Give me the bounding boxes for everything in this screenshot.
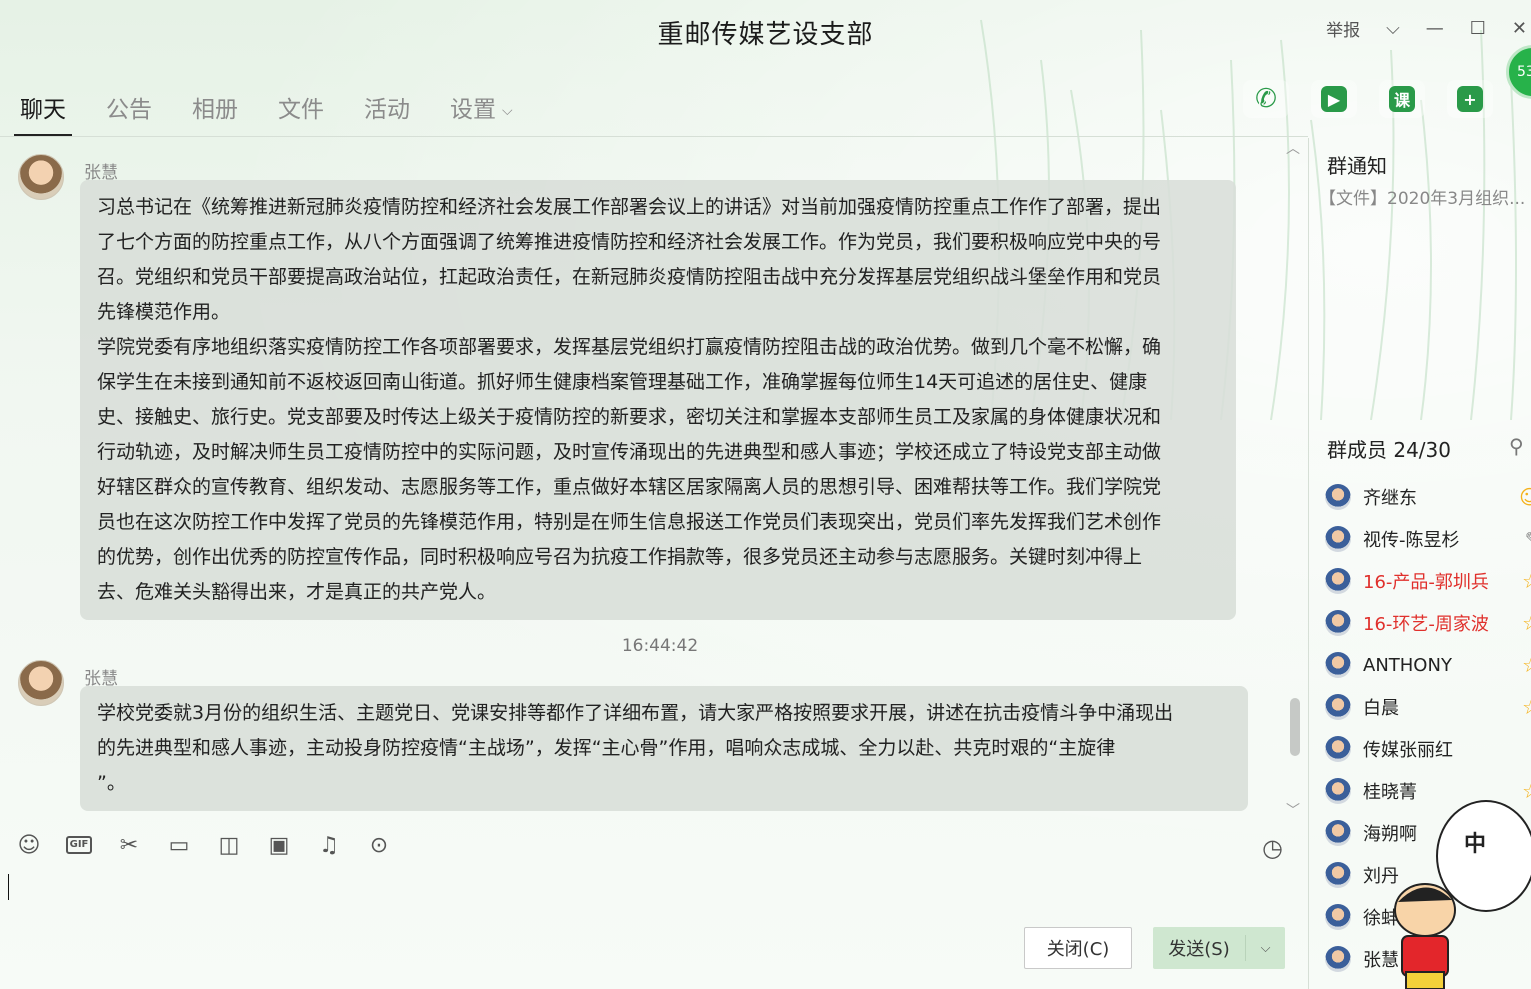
- title-bar: 重邮传媒艺设支部 举报 ⌵ — ☐ ✕: [0, 0, 1531, 62]
- minimize-button[interactable]: —: [1426, 18, 1444, 39]
- member-name: ANTHONY: [1363, 654, 1452, 676]
- member-name: 16-环艺-周家波: [1363, 614, 1489, 635]
- maximize-button[interactable]: ☐: [1470, 18, 1486, 39]
- member-row[interactable]: 白晨 ☆: [1325, 686, 1531, 728]
- avatar[interactable]: [18, 154, 64, 200]
- send-label: 发送(S): [1168, 939, 1230, 960]
- scroll-down-icon[interactable]: ﹀: [1286, 800, 1300, 820]
- video-call-button[interactable]: ▶: [1311, 80, 1357, 118]
- avatar[interactable]: [1325, 484, 1351, 510]
- tab-album[interactable]: 相册: [172, 80, 258, 136]
- member-name: 白晨: [1363, 698, 1399, 719]
- image-icon[interactable]: ▣: [264, 830, 294, 860]
- member-name: 海朔啊: [1363, 824, 1417, 845]
- voice-call-button[interactable]: ✆: [1243, 80, 1289, 118]
- message-timestamp: 16:44:42: [621, 636, 699, 656]
- phone-icon: ✆: [1255, 84, 1277, 114]
- member-row[interactable]: 齐继东 ☺: [1325, 476, 1531, 518]
- tab-announcement[interactable]: 公告: [86, 80, 172, 136]
- avatar[interactable]: [1325, 736, 1351, 762]
- member-name: 16-产品-郭圳兵: [1363, 572, 1489, 593]
- add-app-icon: +: [1457, 86, 1483, 112]
- members-heading: 群成员 24/30: [1327, 438, 1451, 462]
- member-name: 齐继东: [1363, 488, 1417, 509]
- window-controls: 举报 ⌵ — ☐ ✕: [1326, 16, 1527, 41]
- video-icon: ▶: [1321, 86, 1347, 112]
- message-input[interactable]: [8, 872, 1298, 912]
- folder-icon[interactable]: ▭: [164, 830, 194, 860]
- avatar[interactable]: [1325, 862, 1351, 888]
- edit-icon: ✎: [1525, 529, 1531, 550]
- star-icon: ☆: [1522, 695, 1531, 719]
- window-title: 重邮传媒艺设支部: [657, 20, 874, 50]
- call-actions: ✆ ▶ 课 +: [1243, 80, 1493, 118]
- avatar[interactable]: [1325, 694, 1351, 720]
- tab-bar: 聊天 公告 相册 文件 活动 设置 ⌵: [0, 80, 533, 136]
- emoji-icon[interactable]: ☺: [14, 830, 44, 860]
- screenshot-scissors-icon[interactable]: ✂: [114, 830, 144, 860]
- tab-chat[interactable]: 聊天: [0, 80, 86, 136]
- divider: [0, 136, 1308, 137]
- lesson-icon: 课: [1389, 86, 1415, 112]
- star-icon: ☆: [1522, 779, 1531, 803]
- message-bubble[interactable]: 学校党委就3月份的组织生活、主题党日、党课安排等都作了详细布置，请大家严格按照要…: [80, 686, 1248, 811]
- avatar[interactable]: [1325, 568, 1351, 594]
- star-icon: ☆: [1522, 653, 1531, 677]
- dropdown-chevron-icon[interactable]: ⌵: [1386, 18, 1400, 39]
- avatar[interactable]: [1325, 778, 1351, 804]
- avatar[interactable]: [1325, 526, 1351, 552]
- search-icon[interactable]: ⚲: [1509, 434, 1524, 458]
- input-toolbar: ☺ GIF ✂ ▭ ◫ ▣ ♫ ⊙: [14, 830, 394, 860]
- member-row[interactable]: 16-产品-郭圳兵 ☆: [1325, 560, 1531, 602]
- text-cursor: [8, 874, 9, 900]
- close-button[interactable]: 关闭(C): [1024, 927, 1132, 969]
- star-icon: ☆: [1522, 611, 1531, 635]
- sticker-icon[interactable]: ◫: [214, 830, 244, 860]
- avatar[interactable]: [1325, 904, 1351, 930]
- bell-icon[interactable]: ♫: [314, 830, 344, 860]
- clock-icon[interactable]: ◷: [1262, 834, 1283, 862]
- lesson-button[interactable]: 课: [1379, 80, 1425, 118]
- member-row[interactable]: 16-环艺-周家波 ☆: [1325, 602, 1531, 644]
- group-notice-heading[interactable]: 群通知: [1327, 150, 1387, 179]
- report-button[interactable]: 举报: [1326, 16, 1360, 41]
- chat-message-area[interactable]: 张慧 习总书记在《统筹推进新冠肺炎疫情防控和经济社会发展工作部署会议上的讲话》对…: [0, 140, 1308, 820]
- avatar[interactable]: [18, 660, 64, 706]
- tab-files[interactable]: 文件: [258, 80, 344, 136]
- member-name: 视传-陈昱杉: [1363, 530, 1460, 551]
- member-name: 桂晓菁: [1363, 782, 1417, 803]
- gif-icon[interactable]: GIF: [64, 830, 94, 860]
- scrollbar[interactable]: [1290, 698, 1300, 756]
- avatar[interactable]: [1325, 610, 1351, 636]
- member-name: 传媒张丽红: [1363, 740, 1453, 761]
- avatar[interactable]: [1325, 820, 1351, 846]
- avatar[interactable]: [1325, 652, 1351, 678]
- member-row[interactable]: ANTHONY ☆: [1325, 644, 1531, 686]
- avatar[interactable]: [1325, 946, 1351, 972]
- tab-settings[interactable]: 设置 ⌵: [430, 80, 533, 136]
- star-icon: ☆: [1522, 569, 1531, 593]
- more-icon[interactable]: ⊙: [364, 830, 394, 860]
- send-button[interactable]: 发送(S) ⌵: [1153, 927, 1285, 969]
- owner-icon: ☺: [1519, 485, 1531, 509]
- chevron-down-icon: ⌵: [502, 102, 513, 119]
- tab-activities[interactable]: 活动: [344, 80, 430, 136]
- member-row[interactable]: 传媒张丽红: [1325, 728, 1531, 770]
- group-notice-text[interactable]: 【文件】2020年3月组织...: [1319, 184, 1529, 209]
- scroll-up-icon[interactable]: ︿: [1286, 138, 1300, 158]
- cartoon-character-sticker: [1394, 883, 1456, 989]
- add-app-button[interactable]: +: [1447, 80, 1493, 118]
- message-bubble[interactable]: 习总书记在《统筹推进新冠肺炎疫情防控和经济社会发展工作部署会议上的讲话》对当前加…: [80, 180, 1236, 620]
- member-row[interactable]: 视传-陈昱杉 ✎: [1325, 518, 1531, 560]
- close-window-button[interactable]: ✕: [1512, 18, 1527, 39]
- chevron-down-icon[interactable]: ⌵: [1246, 941, 1285, 956]
